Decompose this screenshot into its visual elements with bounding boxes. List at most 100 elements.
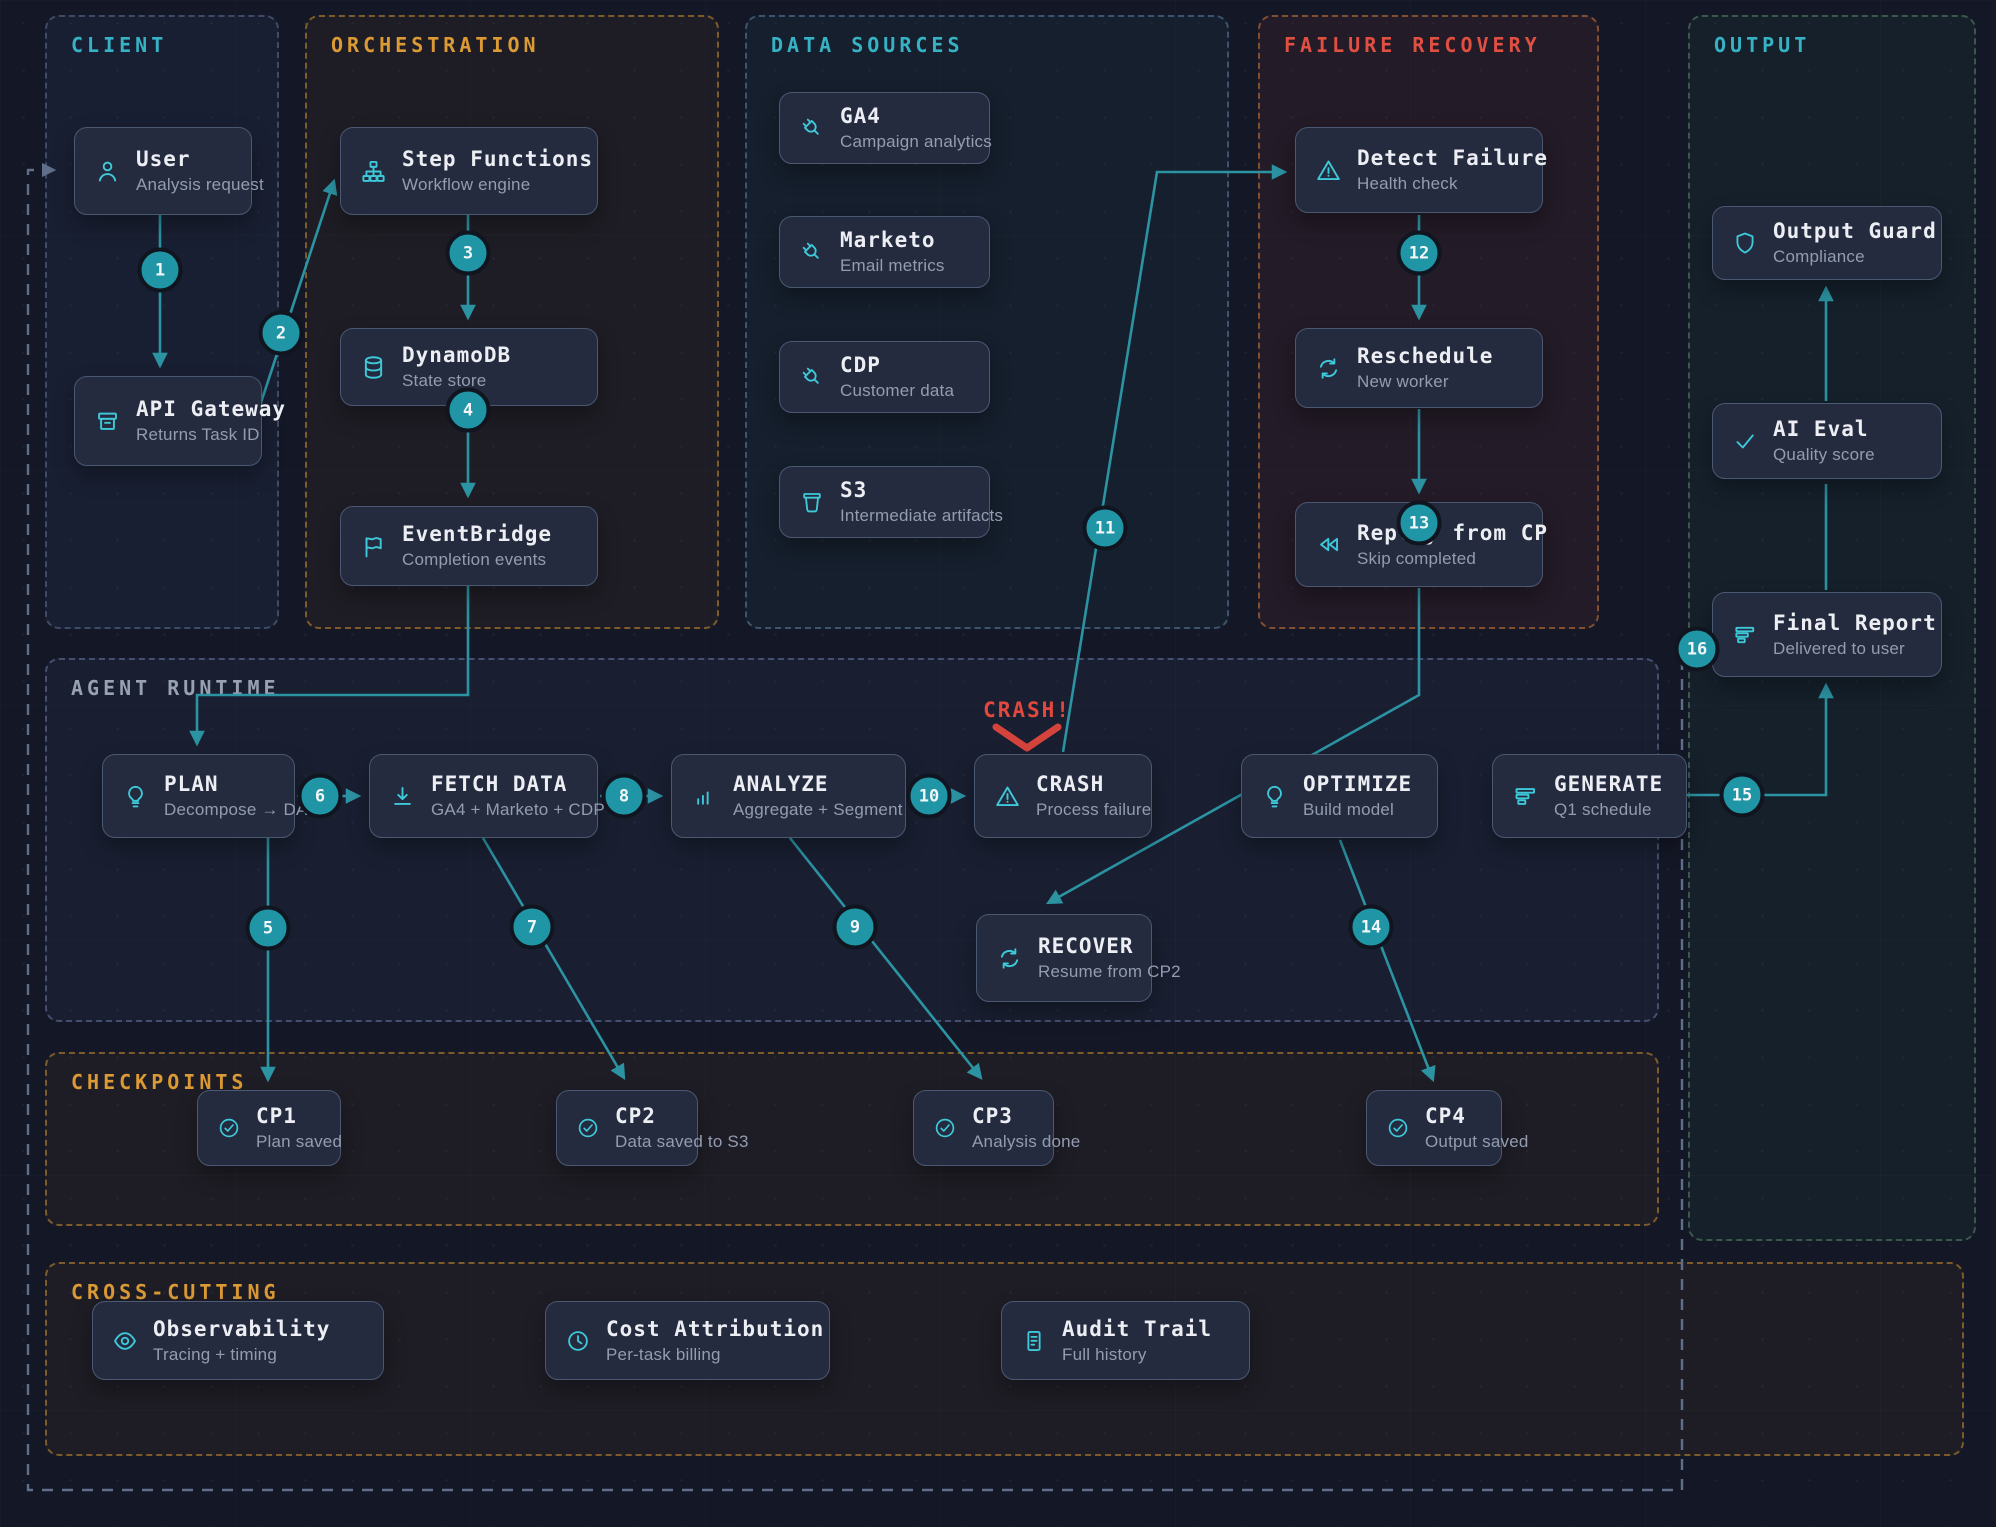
node-title: CP1: [256, 1104, 342, 1128]
node-eventbridge: EventBridgeCompletion events: [340, 506, 598, 586]
lightbulb-icon: [1261, 783, 1288, 810]
node-title: CRASH: [1036, 772, 1151, 796]
node-title: DynamoDB: [402, 343, 511, 367]
node-title: Replay from CP: [1357, 521, 1548, 545]
step-badge-2: 2: [259, 311, 304, 356]
node-subtitle: Compliance: [1773, 247, 1937, 267]
node-observability: ObservabilityTracing + timing: [92, 1301, 384, 1380]
node-reschedule: Reschedule New worker: [1295, 328, 1543, 408]
report-icon: [1512, 783, 1539, 810]
check-circle-icon: [933, 1116, 957, 1140]
node-title: Marketo: [840, 228, 945, 252]
node-output-guard: Output Guard Compliance: [1712, 206, 1942, 280]
rewind-icon: [1315, 531, 1342, 558]
check-circle-icon: [1386, 1116, 1410, 1140]
node-cp1: CP1 Plan saved: [197, 1090, 341, 1166]
node-title: ANALYZE: [733, 772, 903, 796]
node-title: S3: [840, 478, 1003, 502]
step-badge-5: 5: [246, 906, 291, 951]
node-subtitle: Full history: [1062, 1345, 1212, 1365]
node-title: GA4: [840, 104, 992, 128]
eye-icon: [112, 1328, 138, 1354]
section-title-failure-recovery: FAILURE RECOVERY: [1284, 33, 1541, 57]
node-title: API Gateway: [136, 397, 286, 421]
node-api-gateway: API GatewayReturns Task ID: [74, 376, 262, 466]
step-badge-8: 8: [602, 774, 647, 819]
node-title: FETCH DATA: [431, 772, 605, 796]
node-title: Reschedule: [1357, 344, 1493, 368]
node-detect-failure: Detect FailureHealth check: [1295, 127, 1543, 213]
panel-agent-runtime: AGENT RUNTIME: [45, 658, 1659, 1022]
node-subtitle: Tracing + timing: [153, 1345, 330, 1365]
node-cp2: CP2Data saved to S3: [556, 1090, 698, 1166]
section-title-agent-runtime: AGENT RUNTIME: [71, 676, 280, 700]
download-icon: [389, 783, 416, 810]
node-subtitle: Resume from CP2: [1038, 962, 1181, 982]
node-subtitle: Analysis request: [136, 175, 264, 195]
node-subtitle: Plan saved: [256, 1132, 342, 1152]
node-cost-attribution: Cost AttributionPer-task billing: [545, 1301, 830, 1380]
node-subtitle: Decompose → DAG: [164, 800, 321, 820]
panel-client: CLIENT: [45, 15, 279, 629]
section-title-orchestration: ORCHESTRATION: [331, 33, 540, 57]
warning-icon: [994, 783, 1021, 810]
lightbulb-icon: [122, 783, 149, 810]
node-subtitle: Output saved: [1425, 1132, 1529, 1152]
node-title: Step Functions: [402, 147, 593, 171]
node-fetch-data: FETCH DATAGA4 + Marketo + CDP: [369, 754, 598, 838]
node-title: CP3: [972, 1104, 1080, 1128]
step-badge-10: 10: [907, 774, 952, 819]
node-subtitle: Analysis done: [972, 1132, 1080, 1152]
step-badge-7: 7: [510, 905, 555, 950]
node-subtitle: Skip completed: [1357, 549, 1548, 569]
clock-icon: [565, 1328, 591, 1354]
node-title: CDP: [840, 353, 954, 377]
node-title: Final Report: [1773, 611, 1937, 635]
node-subtitle: Aggregate + Segment: [733, 800, 903, 820]
shield-icon: [1732, 230, 1758, 256]
node-title: GENERATE: [1554, 772, 1663, 796]
check-icon: [1732, 428, 1758, 454]
node-s3: S3Intermediate artifacts: [779, 466, 990, 538]
section-title-client: CLIENT: [71, 33, 167, 57]
section-title-data-sources: DATA SOURCES: [771, 33, 964, 57]
crash-annotation: CRASH!: [983, 698, 1071, 722]
node-recover: RECOVERResume from CP2: [976, 914, 1152, 1002]
step-badge-3: 3: [446, 231, 491, 276]
node-user: UserAnalysis request: [74, 127, 252, 215]
node-cp4: CP4Output saved: [1366, 1090, 1502, 1166]
node-subtitle: Build model: [1303, 800, 1412, 820]
node-title: CP4: [1425, 1104, 1529, 1128]
node-title: User: [136, 147, 264, 171]
node-optimize: OPTIMIZEBuild model: [1241, 754, 1438, 838]
check-circle-icon: [576, 1116, 600, 1140]
plug-icon: [799, 364, 825, 390]
node-subtitle: Returns Task ID: [136, 425, 286, 445]
node-audit-trail: Audit Trail Full history: [1001, 1301, 1250, 1380]
node-cdp: CDPCustomer data: [779, 341, 990, 413]
node-title: Output Guard: [1773, 219, 1937, 243]
node-subtitle: Completion events: [402, 550, 552, 570]
refresh-icon: [1315, 355, 1342, 382]
node-analyze: ANALYZE Aggregate + Segment: [671, 754, 906, 838]
bar-chart-icon: [691, 783, 718, 810]
step-badge-12: 12: [1397, 231, 1442, 276]
node-subtitle: Process failure: [1036, 800, 1151, 820]
node-plan: PLANDecompose → DAG: [102, 754, 295, 838]
node-title: Audit Trail: [1062, 1317, 1212, 1341]
step-badge-14: 14: [1349, 905, 1394, 950]
node-cp3: CP3Analysis done: [913, 1090, 1054, 1166]
node-subtitle: Campaign analytics: [840, 132, 992, 152]
node-subtitle: Data saved to S3: [615, 1132, 749, 1152]
node-subtitle: Intermediate artifacts: [840, 506, 1003, 526]
node-subtitle: Delivered to user: [1773, 639, 1937, 659]
node-subtitle: Email metrics: [840, 256, 945, 276]
step-badge-4: 4: [446, 388, 491, 433]
plug-icon: [799, 239, 825, 265]
node-subtitle: New worker: [1357, 372, 1493, 392]
node-crash: CRASH Process failure: [974, 754, 1152, 838]
node-title: CP2: [615, 1104, 749, 1128]
node-title: Detect Failure: [1357, 146, 1548, 170]
node-marketo: Marketo Email metrics: [779, 216, 990, 288]
node-subtitle: Per-task billing: [606, 1345, 824, 1365]
